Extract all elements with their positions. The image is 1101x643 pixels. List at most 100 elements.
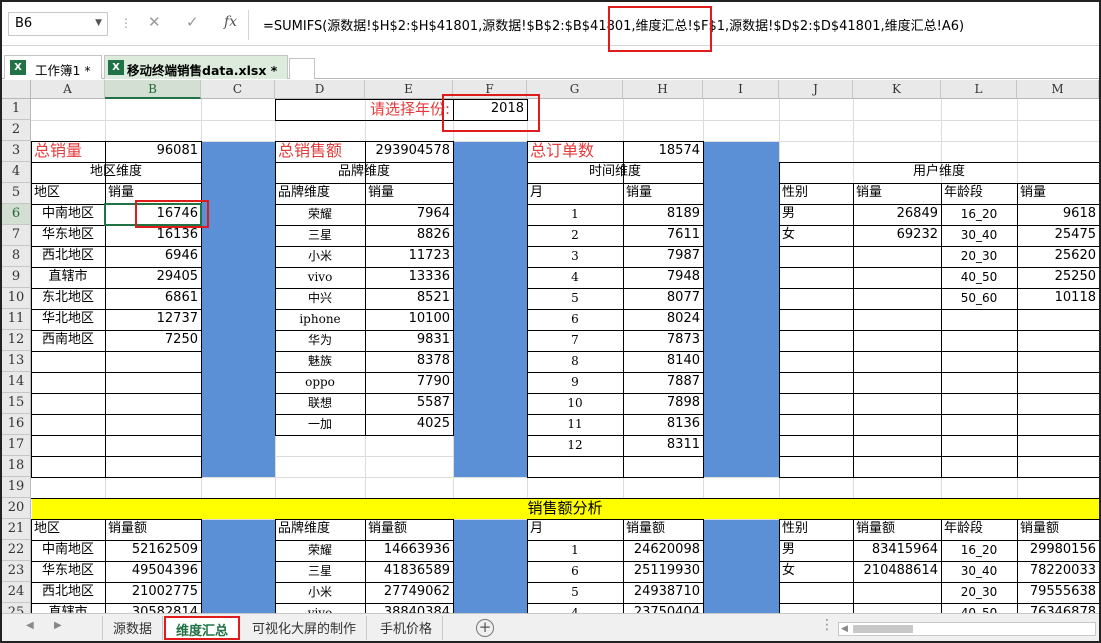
region-name: 西北地区 (41, 584, 94, 599)
cancel-icon[interactable]: ✕ (148, 13, 161, 31)
scroll-left-icon[interactable]: ◀ (841, 624, 848, 634)
row-header[interactable]: 2 (2, 120, 31, 141)
cell-highlight-box (135, 200, 209, 228)
table-row-line (275, 162, 453, 163)
table-row-line (779, 582, 1099, 583)
column-header[interactable]: I (703, 80, 779, 99)
row-header[interactable]: 1 (2, 99, 31, 120)
row-header[interactable]: 5 (2, 183, 31, 204)
age-group-cell: 20_30 (960, 585, 998, 599)
time-amount-header: 销量额 (626, 521, 666, 536)
region-name: 东北地区 (41, 290, 94, 305)
insert-function-icon[interactable]: fx (224, 14, 237, 30)
month-cell: 12 (567, 438, 583, 452)
table-row-line (527, 225, 703, 226)
row-header[interactable]: 17 (2, 435, 31, 456)
table-row-line (275, 540, 453, 541)
time-header: 月 (530, 185, 544, 200)
table-row-line (275, 582, 453, 583)
workbook-tab-1[interactable]: X 工作簿1 * (4, 55, 102, 79)
confirm-icon[interactable]: ✓ (186, 13, 199, 31)
prev-sheet-icon[interactable]: ◀ (26, 620, 34, 631)
next-sheet-icon[interactable]: ▶ (54, 620, 62, 631)
spreadsheet-grid[interactable]: A B C D E F G H I J K L M 1 2 3 4 5 6 7 8 9 10 11 12 13 14 15 16 17 18… (2, 80, 1099, 613)
table-row-line (527, 246, 703, 247)
row-header[interactable]: 11 (2, 309, 31, 330)
row-header[interactable]: 4 (2, 162, 31, 183)
workbook-tab-2[interactable]: X 移动终端销售data.xlsx * × (104, 55, 288, 94)
brand-name: vivo (307, 606, 333, 613)
sheet-tab-bar: ◀ ▶ 源数据 维度汇总 可视化大屏的制作 手机价格 + ⋮ ◀ (2, 613, 1099, 641)
row-header[interactable]: 15 (2, 393, 31, 414)
column-header[interactable]: D (275, 80, 365, 99)
region-name: 华东地区 (41, 563, 94, 578)
table-row-line (31, 435, 201, 436)
column-header[interactable]: H (623, 80, 703, 99)
row-header[interactable]: 19 (2, 477, 31, 498)
sheet-tab-summary[interactable]: 维度汇总 (164, 616, 241, 640)
month-amount: 25119930 (633, 563, 700, 578)
formula-bar: B6 ▼ ⋮ ✕ ✓ fx =SUMIFS(源数据!$H$2:$H$41801,… (2, 2, 1099, 52)
table-row-line (31, 309, 201, 310)
chevron-down-icon[interactable]: ▼ (95, 18, 102, 28)
age-group-cell: 16_20 (960, 207, 998, 221)
drag-handle-icon[interactable]: ⋮ (120, 16, 132, 30)
table-row-line (527, 603, 703, 604)
row-header[interactable]: 6 (2, 204, 31, 225)
month-cell: 1 (571, 207, 579, 221)
row-header[interactable]: 8 (2, 246, 31, 267)
column-header[interactable]: G (527, 80, 623, 99)
row-header[interactable]: 25 (2, 603, 31, 613)
row-header[interactable]: 24 (2, 582, 31, 603)
row-header[interactable]: 14 (2, 372, 31, 393)
sheet-tab-dashboard[interactable]: 可视化大屏的制作 (242, 616, 368, 640)
month-qty: 7898 (666, 395, 700, 410)
column-header[interactable]: L (941, 80, 1017, 99)
column-header[interactable]: C (201, 80, 275, 99)
row-header[interactable]: 13 (2, 351, 31, 372)
row-header[interactable]: 16 (2, 414, 31, 435)
row-header[interactable]: 22 (2, 540, 31, 561)
column-header[interactable]: A (31, 80, 105, 99)
table-col-line (623, 141, 624, 477)
scrollbar-thumb[interactable] (853, 625, 913, 633)
row-header[interactable]: 9 (2, 267, 31, 288)
table-row-line (779, 561, 1099, 562)
row-header[interactable]: 23 (2, 561, 31, 582)
column-header[interactable]: J (779, 80, 853, 99)
column-header[interactable]: E (365, 80, 453, 99)
blue-separator-band (454, 520, 527, 613)
row-header[interactable]: 10 (2, 288, 31, 309)
table-row-line (779, 414, 1099, 415)
table-row-line (31, 267, 201, 268)
column-header[interactable]: B (105, 80, 201, 99)
add-sheet-icon[interactable]: + (476, 619, 494, 637)
drag-handle-icon[interactable]: ⋮ (820, 617, 834, 633)
region-amount: 30582814 (131, 605, 198, 613)
month-cell: 4 (571, 606, 579, 613)
row-header[interactable]: 20 (2, 498, 31, 519)
name-box[interactable]: B6 ▼ (8, 12, 108, 36)
row-header[interactable]: 3 (2, 141, 31, 162)
column-header[interactable]: K (853, 80, 941, 99)
row-header[interactable]: 7 (2, 225, 31, 246)
region-name: 西北地区 (41, 248, 94, 263)
table-row-line (527, 414, 703, 415)
sheet-tab-source[interactable]: 源数据 (102, 616, 164, 640)
table-col-line (365, 141, 366, 435)
brand-name: 荣耀 (307, 543, 332, 557)
row-header[interactable]: 12 (2, 330, 31, 351)
table-row-line (527, 456, 703, 457)
new-tab-button[interactable] (289, 58, 315, 79)
horizontal-scrollbar[interactable]: ◀ (838, 622, 1096, 636)
month-cell: 5 (571, 585, 579, 599)
row-header[interactable]: 21 (2, 519, 31, 540)
table-row-line (31, 183, 201, 184)
row-header[interactable]: 18 (2, 456, 31, 477)
age-group-cell: 20_30 (960, 249, 998, 263)
select-all-corner[interactable] (2, 80, 31, 99)
brand-qty: 13336 (408, 269, 450, 284)
column-header[interactable]: M (1017, 80, 1099, 99)
sheet-tab-price[interactable]: 手机价格 (370, 616, 444, 640)
gender-cell: 男 (782, 542, 796, 557)
